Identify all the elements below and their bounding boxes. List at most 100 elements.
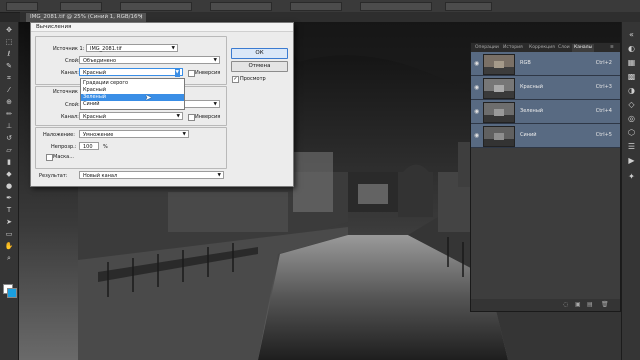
chevron-down-icon: ▼	[213, 102, 217, 107]
save-selection-icon[interactable]: ▣	[575, 301, 581, 308]
panel-menu-icon[interactable]: ≡	[608, 44, 616, 52]
dropdown-option[interactable]: Градации серого	[81, 80, 184, 87]
source2-invert-checkbox[interactable]	[188, 114, 195, 121]
tab-actions[interactable]: Операции	[473, 44, 501, 52]
type-tool-icon[interactable]: T	[4, 206, 14, 215]
options-field[interactable]	[210, 2, 272, 11]
result-label: Результат:	[39, 173, 68, 179]
clone-stamp-tool-icon[interactable]: ⊥	[4, 122, 14, 131]
tab-adjustments[interactable]: Коррекция	[527, 44, 557, 52]
source1-invert-label: Инверсия	[195, 70, 221, 76]
ok-button[interactable]: ОК	[231, 48, 288, 59]
path-select-tool-icon[interactable]: ➤	[4, 218, 14, 227]
opacity-input[interactable]: 100	[79, 142, 99, 150]
brush-panel-icon[interactable]: ✦	[626, 172, 637, 182]
eye-icon[interactable]: ◉	[474, 132, 479, 139]
healing-brush-tool-icon[interactable]: ⊕	[4, 98, 14, 107]
tab-layers[interactable]: Слои	[556, 44, 572, 52]
channels-panel-icon[interactable]: ◎	[626, 114, 637, 124]
options-field[interactable]	[445, 2, 492, 11]
source2-channel-select[interactable]: Красный ▼	[79, 112, 183, 120]
delete-channel-icon[interactable]: 🗑	[601, 301, 609, 308]
chevron-down-icon: ▼	[213, 58, 217, 63]
paths-panel-icon[interactable]: ⬡	[626, 128, 637, 138]
options-field[interactable]	[360, 2, 432, 11]
gradient-tool-icon[interactable]: ▮	[4, 158, 14, 167]
document-tab[interactable]: IMG_2081.tif @ 25% (Синий 1, RGB/16*) ×	[26, 13, 146, 22]
lasso-tool-icon[interactable]: ℓ	[4, 50, 14, 59]
source1-channel-select[interactable]: Красный ▼	[79, 68, 183, 77]
source1-select[interactable]: IMG_2081.tif ▼	[86, 44, 178, 52]
dropdown-option-highlighted[interactable]: Зеленый	[81, 94, 184, 101]
move-tool-icon[interactable]: ✥	[4, 26, 14, 35]
calculations-dialog: Вычисления Источник 1: IMG_2081.tif ▼ Сло…	[30, 22, 294, 187]
channel-name: Синий	[520, 132, 537, 138]
marquee-tool-icon[interactable]: ⬚	[4, 38, 14, 47]
channel-shortcut: Ctrl+3	[595, 84, 612, 90]
options-field[interactable]	[120, 2, 192, 11]
options-field[interactable]	[290, 2, 342, 11]
brush-tool-icon[interactable]: ✏	[4, 110, 14, 119]
source2-layer-label: Слой:	[65, 102, 80, 108]
new-channel-icon[interactable]: ▤	[587, 301, 593, 308]
dialog-title: Вычисления	[31, 23, 293, 32]
source2-layer-select[interactable]: ▼	[183, 100, 220, 108]
actions-panel-icon[interactable]: ▶	[626, 156, 637, 166]
styles-panel-icon[interactable]: ▩	[626, 72, 637, 82]
layers-panel-icon[interactable]: ◇	[626, 100, 637, 110]
channel-name: Красный	[520, 84, 544, 90]
channel-row[interactable]: ◉ Зеленый Ctrl+4	[471, 100, 620, 124]
color-panel-icon[interactable]: ◐	[626, 44, 637, 54]
source1-label: Источник 1:	[53, 46, 85, 52]
channel-shortcut: Ctrl+2	[595, 60, 612, 66]
tools-panel: ✥ ⬚ ℓ ✎ ⌗ ⁄ ⊕ ✏ ⊥ ↺ ▱ ▮ ◆ ● ✒ T ➤ ▭ ✋ ⌕	[0, 22, 19, 360]
chevron-down-icon: ▼	[171, 46, 175, 51]
right-dock: « ◐ ▦ ▩ ◑ ◇ ◎ ⬡ ☰ ▶ ✦	[621, 22, 640, 360]
eyedropper-tool-icon[interactable]: ⁄	[4, 86, 14, 95]
channel-dropdown-list: Градации серого Красный Зеленый Синий	[80, 78, 185, 110]
eye-icon[interactable]: ◉	[474, 84, 479, 91]
blending-select[interactable]: Умножение ▼	[79, 130, 189, 138]
preview-checkbox[interactable]: ✓	[232, 76, 239, 83]
eye-icon[interactable]: ◉	[474, 108, 479, 115]
pen-tool-icon[interactable]: ✒	[4, 194, 14, 203]
source1-invert-checkbox[interactable]	[188, 70, 195, 77]
swatches-panel-icon[interactable]: ▦	[626, 58, 637, 68]
chevron-down-icon: ▼	[182, 132, 186, 137]
source2-invert-label: Инверсия	[195, 114, 221, 120]
mask-checkbox[interactable]	[46, 154, 53, 161]
cancel-button[interactable]: Отмена	[231, 61, 288, 72]
channel-row[interactable]: ◉ Красный Ctrl+3	[471, 76, 620, 100]
blur-tool-icon[interactable]: ◆	[4, 170, 14, 179]
zoom-tool-icon[interactable]: ⌕	[4, 254, 14, 263]
shape-tool-icon[interactable]: ▭	[4, 230, 14, 239]
channel-row[interactable]: ◉ RGB Ctrl+2	[471, 52, 620, 76]
document-tab-bar: IMG_2081.tif @ 25% (Синий 1, RGB/16*) ×	[20, 12, 640, 22]
result-select[interactable]: Новый канал ▼	[79, 171, 224, 179]
tab-channels[interactable]: Каналы	[572, 44, 595, 52]
channel-thumbnail	[483, 102, 515, 123]
collapse-icon[interactable]: «	[626, 30, 637, 40]
channel-thumbnail	[483, 78, 515, 99]
mask-label[interactable]: Маска...	[53, 154, 74, 160]
background-color-swatch[interactable]	[7, 288, 17, 298]
source2-label: Источник	[53, 89, 78, 95]
crop-tool-icon[interactable]: ⌗	[4, 74, 14, 83]
dodge-tool-icon[interactable]: ●	[4, 182, 14, 191]
load-selection-icon[interactable]: ◌	[563, 301, 568, 308]
channel-row[interactable]: ◉ Синий Ctrl+5	[471, 124, 620, 148]
close-icon[interactable]: ×	[138, 13, 143, 22]
dropdown-option[interactable]: Синий	[81, 101, 184, 108]
adjustments-panel-icon[interactable]: ◑	[626, 86, 637, 96]
tool-preset-picker[interactable]	[6, 2, 38, 11]
eye-icon[interactable]: ◉	[474, 60, 479, 67]
hand-tool-icon[interactable]: ✋	[4, 242, 14, 251]
source1-layer-select[interactable]: Объединено ▼	[79, 56, 220, 64]
history-brush-tool-icon[interactable]: ↺	[4, 134, 14, 143]
options-field[interactable]	[60, 2, 102, 11]
quick-select-tool-icon[interactable]: ✎	[4, 62, 14, 71]
tab-history[interactable]: История	[501, 44, 525, 52]
dropdown-option[interactable]: Красный	[81, 87, 184, 94]
history-panel-icon[interactable]: ☰	[626, 142, 637, 152]
eraser-tool-icon[interactable]: ▱	[4, 146, 14, 155]
